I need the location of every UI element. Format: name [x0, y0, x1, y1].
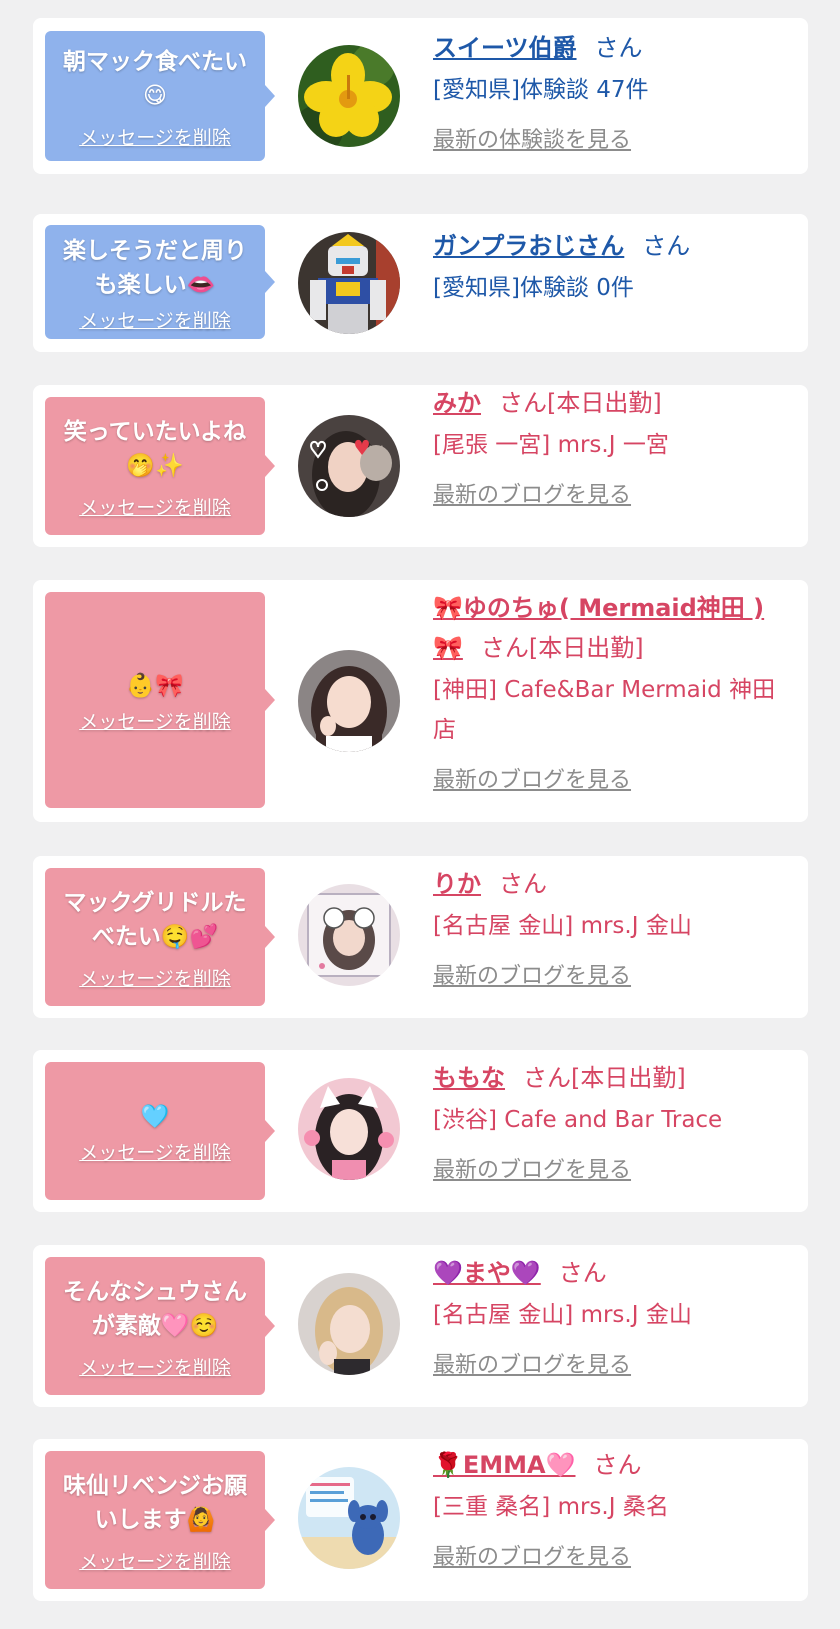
delete-message-link[interactable]: メッセージを削除	[79, 493, 231, 520]
user-name-link[interactable]: ガンプラおじさん	[433, 232, 624, 260]
card-info: 💜まや💜 さん [名古屋 金山] mrs.J 金山 最新のブログを見る	[433, 1253, 792, 1379]
message-text: 笑っていたいよね🤭✨	[63, 418, 247, 479]
name-row: ももな さん[本日出勤]	[433, 1058, 792, 1098]
user-meta: [名古屋 金山] mrs.J 金山	[433, 1302, 692, 1328]
name-suffix: さん	[594, 34, 643, 62]
message-bubble: 🩵 メッセージを削除	[45, 1062, 275, 1200]
latest-blog-link[interactable]: 最新のブログを見る	[433, 1347, 631, 1379]
message-text: マックグリドルたべたい🤤💕	[63, 889, 247, 950]
card-info: りか さん [名古屋 金山] mrs.J 金山 最新のブログを見る	[433, 864, 792, 990]
name-row: みか さん[本日出勤]	[433, 383, 792, 423]
message-bubble: マックグリドルたべたい🤤💕 メッセージを削除	[45, 868, 275, 1006]
gundam-icon	[298, 232, 400, 334]
list-item: そんなシュウさんが素敵🩷☺️ メッセージを削除 💜まや💜 さん [名古屋 金山] …	[33, 1245, 808, 1407]
name-suffix: さん[本日出勤]	[480, 634, 644, 662]
delete-message-link[interactable]: メッセージを削除	[79, 1547, 231, 1574]
user-name-link[interactable]: 💜まや💜	[433, 1259, 541, 1287]
message-bubble: 👶🎀 メッセージを削除	[45, 592, 275, 808]
latest-blog-link[interactable]: 最新のブログを見る	[433, 958, 631, 990]
list-item: マックグリドルたべたい🤤💕 メッセージを削除 りか さん [名古屋 金山] mrs…	[33, 856, 808, 1018]
user-name-link[interactable]: スイーツ伯爵	[433, 34, 577, 62]
list-item: 朝マック食べたい😋 メッセージを削除 スイーツ伯爵さん [愛知県]体験談 47件…	[33, 18, 808, 174]
name-suffix: さん	[499, 870, 547, 898]
latest-review-link[interactable]: 最新の体験談を見る	[433, 122, 631, 154]
message-bubble: そんなシュウさんが素敵🩷☺️ メッセージを削除	[45, 1257, 275, 1395]
message-bubble: 味仙リベンジお願いします🙆 メッセージを削除	[45, 1451, 275, 1589]
yellow-flower-icon	[298, 45, 400, 147]
message-text: 👶🎀	[126, 672, 184, 699]
message-bubble: 笑っていたいよね🤭✨ メッセージを削除	[45, 397, 275, 535]
name-suffix: さん	[642, 232, 691, 260]
delete-message-link[interactable]: メッセージを削除	[79, 1353, 231, 1380]
name-row: ガンプラおじさん さん	[433, 226, 792, 266]
latest-blog-link[interactable]: 最新のブログを見る	[433, 1539, 631, 1571]
user-meta: [渋谷] Cafe and Bar Trace	[433, 1107, 723, 1133]
user-name-link[interactable]: ももな	[433, 1064, 505, 1092]
avatar[interactable]	[298, 650, 400, 752]
delete-message-link[interactable]: メッセージを削除	[79, 707, 231, 734]
name-suffix: さん	[593, 1451, 642, 1479]
girl-photo-icon	[298, 1273, 400, 1375]
name-suffix: さん	[558, 1259, 607, 1287]
girl-photo-icon	[298, 650, 400, 752]
avatar[interactable]	[298, 1467, 400, 1569]
message-text: 楽しそうだと周りも楽しい👄	[63, 237, 247, 298]
card-info: ガンプラおじさん さん [愛知県]体験談 0件	[433, 226, 792, 308]
card-info: 🎀ゆのちゅ( Mermaid神田 ) 🎀 さん[本日出勤] [神田] Cafe&B…	[433, 588, 792, 794]
name-row: りか さん	[433, 864, 792, 904]
latest-blog-link[interactable]: 最新のブログを見る	[433, 477, 631, 509]
list-item: 🩵 メッセージを削除 ももな さん[本日出勤] [渋谷] Cafe and Bar…	[33, 1050, 808, 1212]
sticker-photo-icon	[298, 884, 400, 986]
avatar[interactable]	[298, 1078, 400, 1180]
avatar[interactable]	[298, 884, 400, 986]
user-name-link[interactable]: みか	[433, 389, 481, 417]
card-info: 🌹EMMA🩷 さん [三重 桑名] mrs.J 桑名 最新のブログを見る	[433, 1445, 792, 1571]
list-item: 楽しそうだと周りも楽しい👄 メッセージを削除 ガンプラおじさん さん [愛知県]…	[33, 214, 808, 352]
name-row: スイーツ伯爵 さん	[433, 28, 792, 68]
message-text: 🩵	[140, 1103, 170, 1130]
delete-message-link[interactable]: メッセージを削除	[79, 964, 231, 991]
card-info: ももな さん[本日出勤] [渋谷] Cafe and Bar Trace 最新のブ…	[433, 1058, 792, 1184]
stitch-character-icon	[298, 1467, 400, 1569]
girl-photo-icon	[298, 415, 400, 517]
delete-message-link[interactable]: メッセージを削除	[79, 1138, 231, 1165]
name-suffix: さん[本日出勤]	[523, 1064, 686, 1092]
message-text: そんなシュウさんが素敵🩷☺️	[63, 1278, 247, 1339]
girl-photo-icon	[298, 1078, 400, 1180]
name-row: 🌹EMMA🩷 さん	[433, 1445, 792, 1485]
message-bubble: 楽しそうだと周りも楽しい👄 メッセージを削除	[45, 225, 275, 339]
user-meta: [神田] Cafe&Bar Mermaid 神田店	[433, 677, 776, 743]
latest-blog-link[interactable]: 最新のブログを見る	[433, 762, 631, 794]
name-row: 💜まや💜 さん	[433, 1253, 792, 1293]
user-meta: [尾張 一宮] mrs.J 一宮	[433, 432, 669, 458]
card-info: みか さん[本日出勤] [尾張 一宮] mrs.J 一宮 最新のブログを見る	[433, 383, 792, 509]
list-item: 味仙リベンジお願いします🙆 メッセージを削除 🌹EMMA🩷 さん [三重 桑名]…	[33, 1439, 808, 1601]
delete-message-link[interactable]: メッセージを削除	[79, 306, 231, 333]
latest-blog-link[interactable]: 最新のブログを見る	[433, 1152, 631, 1184]
list-item: 笑っていたいよね🤭✨ メッセージを削除 みか さん[本日出勤] [尾張 一宮] m…	[33, 385, 808, 547]
avatar[interactable]	[298, 45, 400, 147]
user-meta: [三重 桑名] mrs.J 桑名	[433, 1494, 669, 1520]
list-item: 👶🎀 メッセージを削除 🎀ゆのちゅ( Mermaid神田 ) 🎀 さん[本日出勤]…	[33, 580, 808, 822]
card-info: スイーツ伯爵 さん [愛知県]体験談 47件 最新の体験談を見る	[433, 28, 792, 154]
delete-message-link[interactable]: メッセージを削除	[79, 123, 231, 150]
user-meta: [名古屋 金山] mrs.J 金山	[433, 913, 692, 939]
avatar[interactable]	[298, 232, 400, 334]
user-meta: [愛知県]体験談 47件	[433, 77, 649, 103]
name-suffix: さん[本日出勤]	[499, 389, 662, 417]
user-name-link[interactable]: りか	[433, 870, 481, 898]
user-meta: [愛知県]体験談 0件	[433, 275, 634, 301]
avatar[interactable]	[298, 415, 400, 517]
message-text: 朝マック食べたい😋	[63, 48, 247, 109]
name-row: 🎀ゆのちゅ( Mermaid神田 ) 🎀 さん[本日出勤]	[433, 588, 792, 668]
user-name-link[interactable]: 🌹EMMA🩷	[433, 1451, 576, 1479]
message-list: 朝マック食べたい😋 メッセージを削除 スイーツ伯爵さん [愛知県]体験談 47件…	[0, 0, 840, 1629]
avatar[interactable]	[298, 1273, 400, 1375]
message-text: 味仙リベンジお願いします🙆	[63, 1472, 247, 1533]
message-bubble: 朝マック食べたい😋 メッセージを削除	[45, 31, 275, 161]
